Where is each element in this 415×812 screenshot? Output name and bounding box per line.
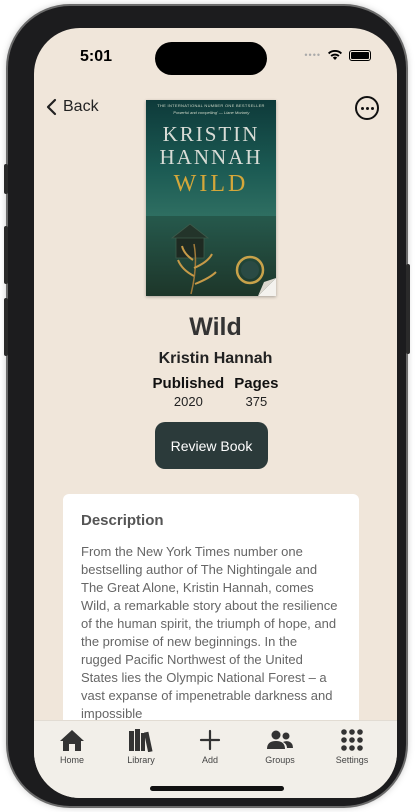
pages-info: Pages 375: [234, 375, 278, 409]
tab-groups-label: Groups: [265, 755, 295, 765]
battery-icon: [349, 49, 371, 61]
tab-home[interactable]: Home: [42, 727, 102, 765]
more-dot-icon: [365, 106, 369, 110]
pages-label: Pages: [234, 375, 279, 392]
review-book-button[interactable]: Review Book: [155, 422, 268, 469]
tab-add[interactable]: Add: [180, 727, 240, 765]
book-title: Wild: [189, 313, 242, 341]
books-icon: [127, 727, 155, 753]
cover-banner: THE INTERNATIONAL NUMBER ONE BESTSELLER: [157, 103, 265, 108]
back-button[interactable]: Back: [46, 98, 99, 116]
plus-icon: [196, 727, 224, 753]
published-label: Published: [152, 375, 225, 392]
status-time: 5:01: [80, 48, 113, 65]
house-icon: [58, 727, 86, 753]
more-dot-icon: [360, 106, 364, 110]
screen: 5:01 •••• Back THE INTERNATIONAL NUMBER …: [34, 28, 397, 798]
phone-frame: 5:01 •••• Back THE INTERNATIONAL NUMBER …: [4, 6, 410, 806]
cover-author-last: HANNAH: [159, 145, 263, 169]
wifi-icon: [328, 49, 342, 60]
volume-up-button: [4, 226, 8, 284]
tab-home-label: Home: [59, 755, 84, 765]
tab-settings[interactable]: Settings: [322, 727, 382, 765]
tab-library[interactable]: Library: [111, 727, 171, 765]
pages-value: 375: [245, 394, 268, 409]
signal-icon: ••••: [304, 50, 321, 60]
grid-icon: [338, 727, 366, 753]
book-meta: Published 2020 Pages 375: [34, 375, 397, 409]
description-heading: Description: [81, 512, 164, 529]
book-cover: THE INTERNATIONAL NUMBER ONE BESTSELLER …: [146, 100, 276, 296]
chevron-left-icon: [46, 98, 57, 116]
published-value: 2020: [173, 394, 203, 409]
cover-quote: 'Powerful and compelling' — Liane Moriar…: [172, 110, 250, 115]
tab-settings-label: Settings: [335, 755, 369, 765]
power-button: [406, 264, 410, 354]
tab-library-label: Library: [127, 755, 155, 765]
dynamic-island: [155, 42, 267, 75]
more-options-button[interactable]: [355, 96, 379, 120]
volume-down-button: [4, 298, 8, 356]
book-author: Kristin Hannah: [158, 350, 273, 367]
more-dot-icon: [370, 106, 374, 110]
tab-groups[interactable]: Groups: [250, 727, 310, 765]
cover-title: WILD: [173, 171, 249, 197]
cover-author-first: KRISTIN: [162, 122, 260, 146]
published-info: Published 2020: [153, 375, 225, 409]
home-indicator[interactable]: [150, 786, 284, 791]
mute-switch: [4, 164, 8, 194]
description-text: From the New York Times number one bests…: [81, 544, 338, 721]
status-icons: ••••: [304, 49, 371, 61]
tab-add-label: Add: [201, 755, 218, 765]
back-label: Back: [63, 98, 99, 115]
cover-forest-illustration: [146, 216, 276, 296]
people-icon: [266, 727, 294, 753]
description-card: Description From the New York Times numb…: [63, 494, 359, 734]
